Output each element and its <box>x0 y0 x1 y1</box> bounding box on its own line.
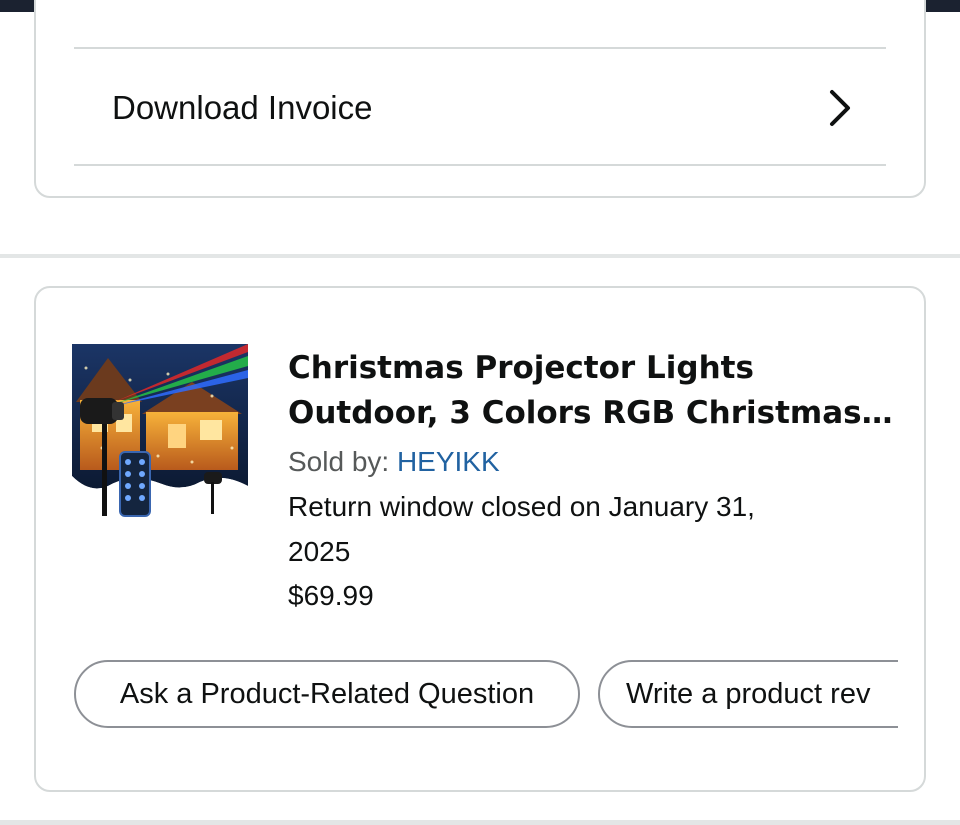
product-title[interactable]: Christmas Projector Lights Outdoor, 3 Co… <box>288 346 908 436</box>
return-window-text: Return window closed on January 31, 2025 <box>288 484 908 574</box>
product-price: $69.99 <box>288 580 374 611</box>
product-info: Christmas Projector Lights Outdoor, 3 Co… <box>288 346 908 618</box>
divider <box>74 164 886 166</box>
sold-by-label: Sold by: <box>288 446 397 477</box>
return-window-line: Return window closed on January 31, <box>288 491 755 522</box>
download-invoice-label: Download Invoice <box>112 89 373 126</box>
download-invoice-row[interactable]: Download Invoice <box>74 52 886 164</box>
sold-by: Sold by: HEYIKK <box>288 440 908 484</box>
section-divider <box>0 254 960 258</box>
product-title-line: Christmas Projector Lights <box>288 350 754 386</box>
product-image[interactable] <box>72 344 248 522</box>
seller-link[interactable]: HEYIKK <box>397 446 500 477</box>
divider <box>74 47 886 49</box>
product-actions: Ask a Product-Related Question Write a p… <box>74 660 898 732</box>
product-title-line: Outdoor, 3 Colors RGB Christmas… <box>288 395 893 431</box>
ask-question-button[interactable]: Ask a Product-Related Question <box>74 660 580 728</box>
section-divider <box>0 820 960 825</box>
chevron-right-icon <box>812 80 868 136</box>
return-window-line: 2025 <box>288 536 351 567</box>
write-review-button[interactable]: Write a product rev <box>598 660 898 728</box>
